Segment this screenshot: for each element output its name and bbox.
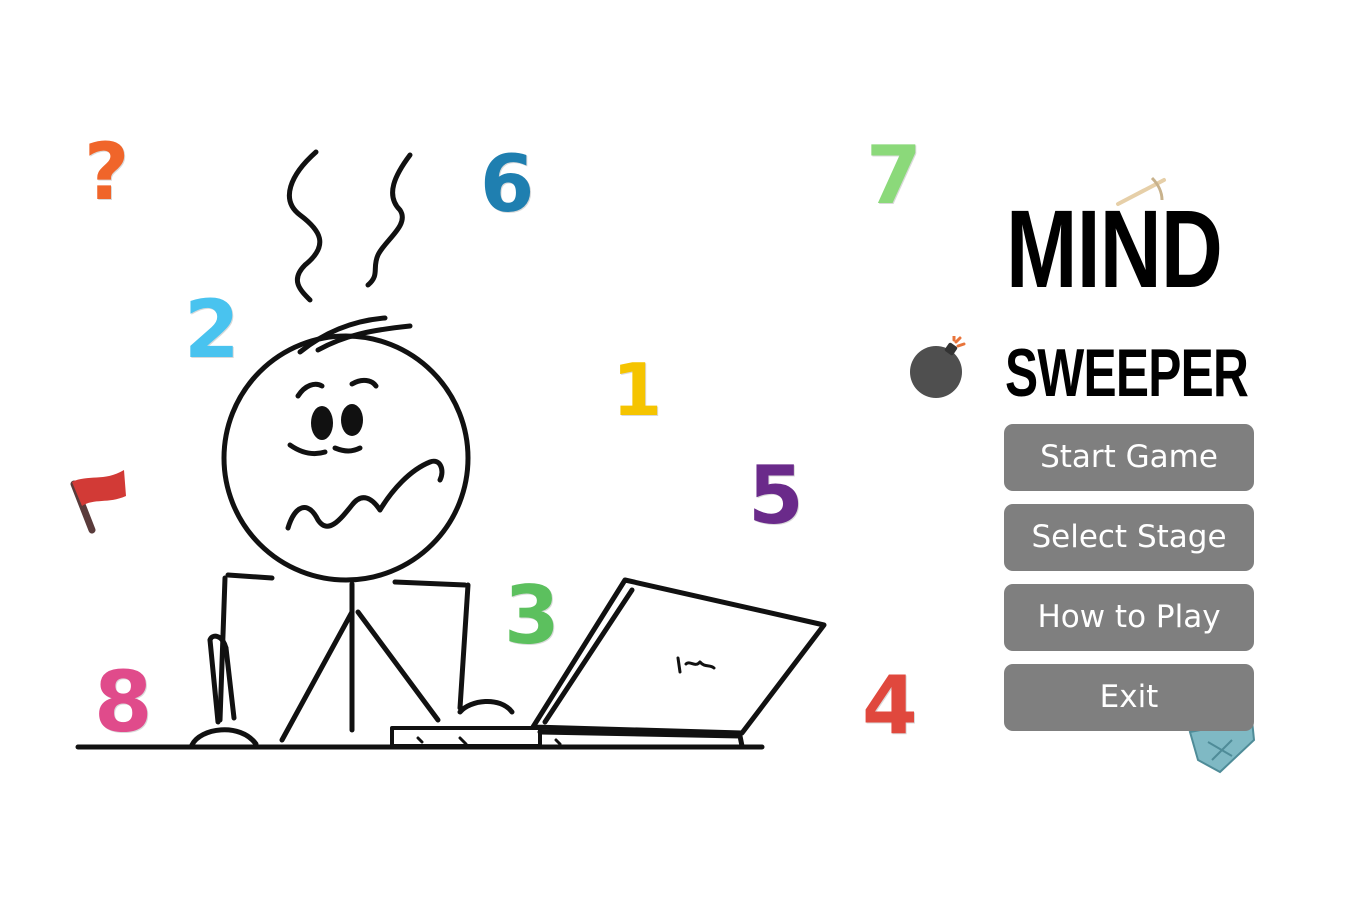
number-two-character: 2	[184, 290, 240, 370]
number-five-character: 5	[748, 456, 804, 536]
main-menu-screen: ? 6 7 2 1 5 3 8 4 MIND SWEEPER Start Gam…	[0, 0, 1349, 898]
main-menu: Start Game Select Stage How to Play Exit	[1004, 424, 1254, 744]
six-glyph: 6	[480, 140, 535, 230]
question-glyph: ?	[84, 128, 130, 218]
eight-glyph: 8	[94, 653, 153, 751]
seven-glyph: 7	[866, 129, 922, 222]
select-stage-button[interactable]: Select Stage	[1004, 504, 1254, 571]
three-glyph: 3	[504, 569, 560, 662]
four-glyph: 4	[862, 659, 918, 752]
bomb-icon	[910, 336, 966, 398]
number-four-character: 4	[862, 666, 918, 746]
game-title-sub: SWEEPER	[1005, 335, 1249, 411]
number-one-character: 1	[612, 354, 662, 426]
number-six-character: 6	[480, 146, 534, 224]
number-seven-character: 7	[866, 136, 922, 216]
flag-icon	[70, 470, 126, 534]
number-three-character: 3	[504, 576, 560, 656]
question-mark-character: ?	[84, 134, 129, 212]
one-glyph: 1	[612, 348, 663, 432]
how-to-play-button[interactable]: How to Play	[1004, 584, 1254, 651]
five-glyph: 5	[748, 449, 804, 542]
game-title-main: MIND	[1006, 188, 1223, 311]
two-glyph: 2	[184, 283, 240, 376]
number-eight-character: 8	[94, 660, 152, 744]
start-game-button[interactable]: Start Game	[1004, 424, 1254, 491]
exit-button[interactable]: Exit	[1004, 664, 1254, 731]
